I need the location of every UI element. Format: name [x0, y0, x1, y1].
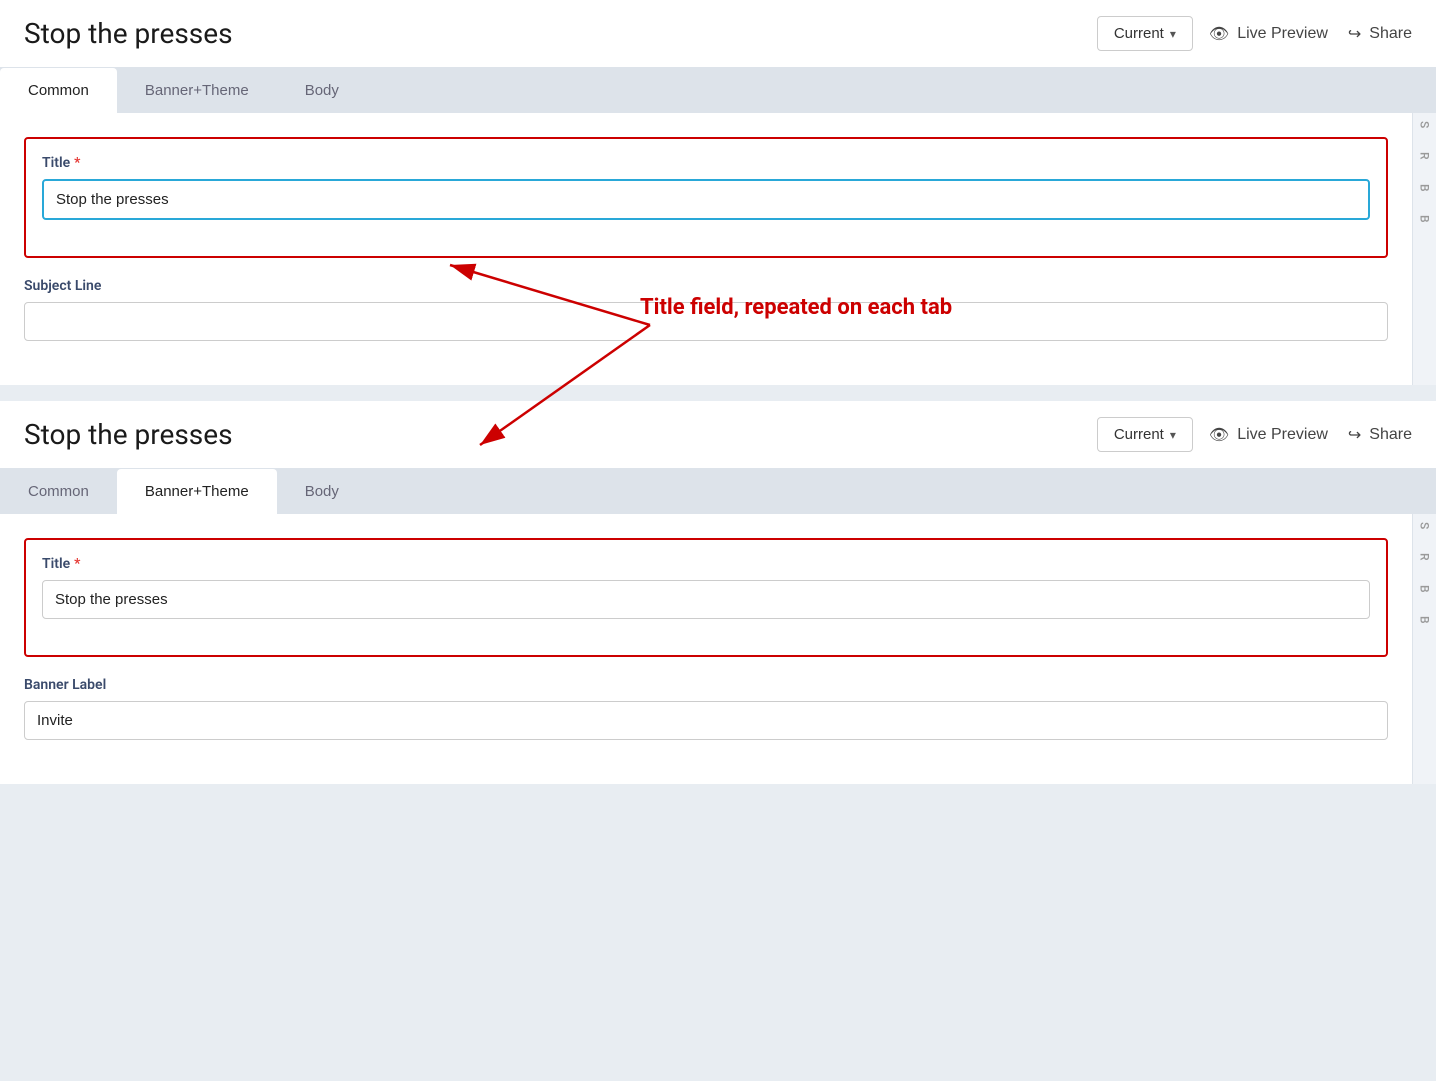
tab-common-2[interactable]: Common	[0, 469, 117, 514]
share-label: Share	[1369, 25, 1412, 43]
page-title-2: Stop the presses	[24, 418, 1081, 451]
header-actions: 👁 Live Preview ↪ Share	[1209, 24, 1412, 44]
chevron-down-icon-2: ▾	[1170, 428, 1176, 442]
panel-1-main: Title * Subject Line	[0, 113, 1412, 385]
sidebar-letter-r: R	[1418, 152, 1432, 160]
eye-icon: 👁	[1209, 24, 1229, 44]
sidebar-letter-b2: B	[1418, 215, 1432, 223]
sidebar-letter-b4: B	[1418, 616, 1432, 624]
eye-icon-2: 👁	[1209, 425, 1229, 445]
tab-body-1[interactable]: Body	[277, 68, 367, 113]
sidebar-letter-r2: R	[1418, 553, 1432, 561]
page-title: Stop the presses	[24, 17, 1081, 50]
title-required: *	[74, 155, 80, 171]
live-preview-button[interactable]: 👁 Live Preview	[1209, 24, 1328, 44]
version-label: Current	[1114, 25, 1164, 42]
banner-label-input[interactable]	[24, 701, 1388, 740]
tab-banner-theme-1[interactable]: Banner+Theme	[117, 68, 277, 113]
panel-1-right-sidebar: S R B B	[1412, 113, 1436, 385]
tab-common-1[interactable]: Common	[0, 68, 117, 113]
panel-divider	[0, 385, 1436, 393]
share-button-2[interactable]: ↪ Share	[1348, 425, 1412, 445]
subject-line-label: Subject Line	[24, 278, 1388, 294]
page-layout: Stop the presses Current ▾ 👁 Live Previe…	[0, 0, 1436, 784]
panel-2-header: Stop the presses Current ▾ 👁 Live Previe…	[0, 401, 1436, 469]
share-icon: ↪	[1348, 24, 1361, 44]
subject-line-input[interactable]	[24, 302, 1388, 341]
panel-2: Stop the presses Current ▾ 👁 Live Previe…	[0, 401, 1436, 784]
version-label-2: Current	[1114, 426, 1164, 443]
panel-1: Stop the presses Current ▾ 👁 Live Previe…	[0, 0, 1436, 385]
title-required-2: *	[74, 556, 80, 572]
panel-2-right-sidebar: S R B B	[1412, 514, 1436, 784]
title-annotation-box: Title *	[24, 137, 1388, 258]
sidebar-letter-b3: B	[1418, 585, 1432, 593]
title-field-group-2: Title *	[42, 556, 1370, 619]
panel-2-main: Title * Banner Label	[0, 514, 1412, 784]
version-dropdown-2[interactable]: Current ▾	[1097, 417, 1193, 452]
tab-body-2[interactable]: Body	[277, 469, 367, 514]
sidebar-letter-s2: S	[1418, 522, 1432, 529]
chevron-down-icon: ▾	[1170, 27, 1176, 41]
title-annotation-box-2: Title *	[24, 538, 1388, 657]
tab-banner-theme-2[interactable]: Banner+Theme	[117, 469, 277, 514]
panel-1-tabs: Common Banner+Theme Body	[0, 68, 1436, 113]
panel-2-body: Title * Banner Label	[0, 514, 1436, 784]
live-preview-button-2[interactable]: 👁 Live Preview	[1209, 425, 1328, 445]
title-input[interactable]	[42, 179, 1370, 220]
banner-label-label: Banner Label	[24, 677, 1388, 693]
live-preview-label-2: Live Preview	[1237, 426, 1328, 444]
subject-line-field-group: Subject Line	[24, 278, 1388, 341]
title-input-2[interactable]	[42, 580, 1370, 619]
banner-label-field-group: Banner Label	[24, 677, 1388, 740]
title-field-group: Title *	[42, 155, 1370, 220]
header-actions-2: 👁 Live Preview ↪ Share	[1209, 425, 1412, 445]
panel-2-content: Title * Banner Label	[0, 514, 1412, 784]
panel-1-header: Stop the presses Current ▾ 👁 Live Previe…	[0, 0, 1436, 68]
share-label-2: Share	[1369, 426, 1412, 444]
panel-1-content: Title * Subject Line	[0, 113, 1412, 385]
share-button[interactable]: ↪ Share	[1348, 24, 1412, 44]
sidebar-letter-s: S	[1418, 121, 1432, 128]
live-preview-label: Live Preview	[1237, 25, 1328, 43]
sidebar-letter-b1: B	[1418, 184, 1432, 192]
share-icon-2: ↪	[1348, 425, 1361, 445]
version-dropdown[interactable]: Current ▾	[1097, 16, 1193, 51]
title-label: Title *	[42, 155, 1370, 171]
panel-2-tabs: Common Banner+Theme Body	[0, 469, 1436, 514]
panel-1-body: Title * Subject Line	[0, 113, 1436, 385]
title-label-2: Title *	[42, 556, 1370, 572]
